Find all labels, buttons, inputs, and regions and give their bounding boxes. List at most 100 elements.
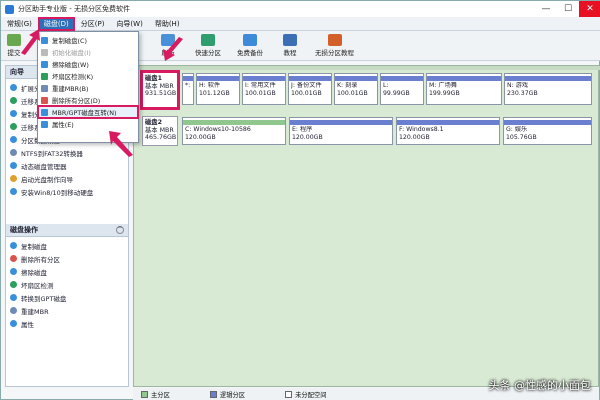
partition-size: 120.00GB [399,133,430,141]
disk2-partition-e[interactable]: E: 程序 120.00GB [289,117,393,145]
wizard-icon [10,84,17,91]
dynamic-disk-icon [10,162,17,169]
partition-label: M: 广场舞 [429,82,457,89]
usage-bar [289,76,331,81]
menu-item-rebuild-mbr[interactable]: 重建MBR(B) [38,82,138,94]
sidebar-item-convert-gpt[interactable]: 转换到GPT磁盘 [10,291,128,304]
menu-item-wipe-disk[interactable]: 擦除磁盘(W) [38,58,138,70]
lossless-tutorial-label: 无损分区教程 [315,49,354,57]
disk-ops-panel-title: 磁盘操作 [10,226,38,234]
disk1-partition-k[interactable]: K: 刻录 100.01GB [334,73,378,105]
disk1-partition-m[interactable]: M: 广场舞 199.99GB [426,73,502,105]
tutorial-icon [283,34,297,46]
menu-item-label: MBR/GPT磁盘互转(N) [52,108,117,117]
disk1-label[interactable]: 磁盘1 基本 MBR 931.51GB [140,70,180,110]
menu-item-label: 删除所有分区(D) [52,96,101,105]
menu-item-copy-disk[interactable]: 复制磁盘(C) [38,34,138,46]
mbr-icon [10,307,17,314]
sidebar-item-properties[interactable]: 属性 [10,317,128,330]
sidebar-item-wipe-disk[interactable]: 擦除磁盘 [10,265,128,278]
disk1-partition-j[interactable]: J: 备份文件 100.01GB [288,73,332,105]
app-icon [5,4,14,14]
tutorial-button[interactable]: 教程 [283,34,297,60]
usage-bar [243,76,285,81]
menu-item-init-disk[interactable]: 初始化磁盘(I) [38,46,138,58]
disk1-partition-star[interactable]: *: [182,73,194,105]
backup-icon [243,34,257,46]
disk2-partition-g[interactable]: G: 娱乐 105.76GB [503,117,592,145]
ssd-icon [10,97,17,104]
disk1-partition-l[interactable]: L: 99.99GB [380,73,424,105]
quick-partition-label: 快速分区 [195,49,221,57]
disk1-partition-i[interactable]: I: 常用文件 100.01GB [242,73,286,105]
disk-ops-panel-header[interactable]: 磁盘操作 ^ [6,224,128,237]
quick-partition-icon [201,34,215,46]
menu-item-mbr-gpt-convert[interactable]: MBR/GPT磁盘互转(N) [37,105,139,119]
sidebar-item-dynamic-disk[interactable]: 动态磁盘管理器 [10,159,128,172]
maximize-button[interactable]: ☐ [557,1,579,17]
wipe-icon [41,60,48,68]
usage-bar [397,120,499,125]
menu-item-label: 擦除磁盘(W) [52,60,89,69]
partition-label: I: 常用文件 [245,82,276,89]
menu-item-delete-all[interactable]: 删除所有分区(D) [38,94,138,106]
menu-disk[interactable]: 磁盘(D) [37,16,75,31]
copy-disk-icon [10,242,17,249]
usage-bar [505,76,591,81]
close-button[interactable]: ✕ [579,1,600,17]
disk2-size: 465.76GB [145,134,177,141]
splitter[interactable] [134,66,600,70]
watermark-text: 头条 @性感的小面包 [488,379,592,392]
copy-icon [10,110,17,117]
sidebar-item-copy-disk[interactable]: 复制磁盘 [10,239,128,252]
usage-bar [504,120,591,125]
sidebar-item-win-to-go[interactable]: 安装Win8/10到移动硬盘 [10,185,128,198]
disk1-partition-h[interactable]: H: 软件 101.12GB [196,73,240,105]
usage-bar [427,76,501,81]
convert-icon [10,149,17,156]
convert-gpt-icon [10,294,17,301]
usage-bar [335,76,377,81]
partition-label: L: [383,82,389,89]
collapse-icon[interactable]: ^ [116,226,124,234]
disk2-partition-f[interactable]: F: Windows8.1 120.00GB [396,117,500,145]
partition-label: *: [185,82,191,89]
wizard-panel-title: 向导 [10,68,24,76]
annotation-arrow-disk [163,37,183,61]
mbr-icon [41,84,48,92]
free-backup-button[interactable]: 免费备份 [237,34,263,60]
minimize-button[interactable]: — [535,1,557,17]
sidebar-item-rebuild-mbr[interactable]: 重建MBR [10,304,128,317]
sidebar-item-bad-sector[interactable]: 坏扇区检测 [10,278,128,291]
copy-disk-icon [41,36,48,44]
usage-bar [197,76,239,81]
disk2-type: 基本 MBR [145,126,174,134]
menu-item-bad-sector[interactable]: 坏扇区检测(K) [38,70,138,82]
disk-ops-list: 复制磁盘 删除所有分区 擦除磁盘 坏扇区检测 转换到GPT磁盘 重建MBR 属性 [6,237,128,330]
sidebar-item-boot-disc[interactable]: 启动光盘制作向导 [10,172,128,185]
properties-icon [41,120,48,128]
quick-partition-button[interactable]: 快速分区 [195,34,221,60]
disc-icon [10,175,17,182]
disk1-size: 931.51GB [145,90,177,97]
disk2-partition-c[interactable]: C: Windows10-10586 120.00GB [182,117,286,145]
disk1-partition-n[interactable]: N: 游戏 230.37GB [504,73,592,105]
app-window: 分区助手专业版 - 无损分区免费软件 — ☐ ✕ 常规(G) 磁盘(D) 分区(… [0,0,600,400]
convert-icon [41,108,48,116]
lossless-tutorial-button[interactable]: 无损分区教程 [315,34,354,60]
menu-item-label: 初始化磁盘(I) [52,48,91,57]
menu-partition[interactable]: 分区(P) [75,17,111,31]
usage-bar [183,120,285,125]
window-controls: — ☐ ✕ [535,1,600,17]
menu-wizard[interactable]: 向导(W) [110,17,148,31]
wipe-icon [10,268,17,275]
sidebar-item-delete-all[interactable]: 删除所有分区 [10,252,128,265]
menu-help[interactable]: 帮助(H) [149,17,186,31]
usb-icon [10,188,17,195]
free-backup-label: 免费备份 [237,49,263,57]
usage-bar [381,76,423,81]
disk2-label[interactable]: 磁盘2 基本 MBR 465.76GB [142,116,178,146]
partition-size: 199.99GB [429,89,460,97]
init-disk-icon [41,48,48,56]
disk-map: 磁盘1 基本 MBR 931.51GB *: H: 软件 101.12GB I:… [133,65,600,387]
